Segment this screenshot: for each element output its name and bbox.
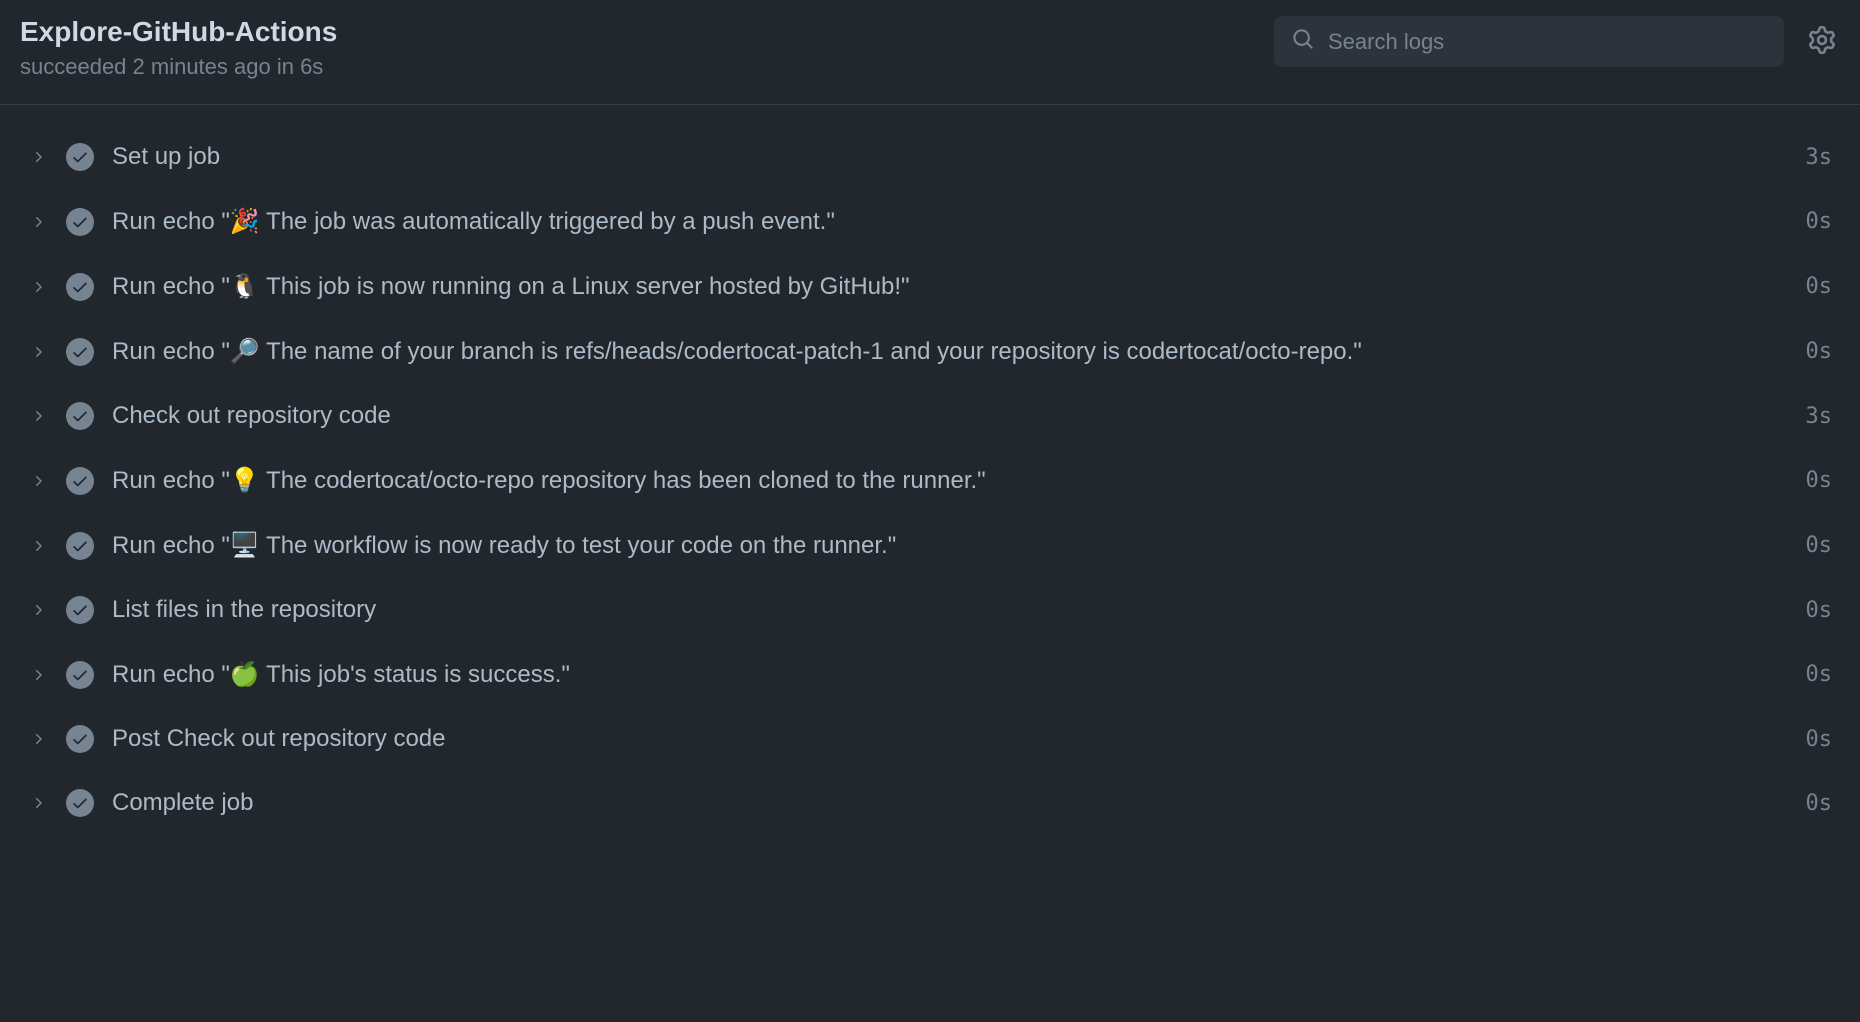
step-label: Run echo "🎉 The job was automatically tr… [112, 207, 1788, 236]
chevron-right-icon [28, 600, 48, 620]
step-duration: 3s [1806, 145, 1833, 170]
check-circle-icon [66, 596, 94, 624]
check-circle-icon [66, 661, 94, 689]
step-duration: 0s [1806, 791, 1833, 816]
step-row[interactable]: Run echo "🔎 The name of your branch is r… [20, 319, 1840, 384]
chevron-right-icon [28, 536, 48, 556]
chevron-right-icon [28, 729, 48, 749]
chevron-right-icon [28, 147, 48, 167]
step-label: Complete job [112, 789, 1788, 817]
step-label: Check out repository code [112, 402, 1788, 430]
step-label: Run echo "💡 The codertocat/octo-repo rep… [112, 466, 1788, 495]
step-row[interactable]: Run echo "🍏 This job's status is success… [20, 642, 1840, 707]
check-circle-icon [66, 402, 94, 430]
check-circle-icon [66, 338, 94, 366]
step-duration: 0s [1806, 598, 1833, 623]
chevron-right-icon [28, 277, 48, 297]
chevron-right-icon [28, 212, 48, 232]
step-row[interactable]: Run echo "🎉 The job was automatically tr… [20, 189, 1840, 254]
chevron-right-icon [28, 793, 48, 813]
header: Explore-GitHub-Actions succeeded 2 minut… [0, 0, 1860, 105]
page-title: Explore-GitHub-Actions [20, 16, 337, 48]
search-icon [1292, 28, 1314, 55]
step-row[interactable]: Check out repository code 3s [20, 384, 1840, 448]
search-input[interactable] [1328, 29, 1766, 55]
step-duration: 3s [1806, 404, 1833, 429]
step-label: Run echo "🔎 The name of your branch is r… [112, 337, 1788, 366]
step-label: Run echo "🍏 This job's status is success… [112, 660, 1788, 689]
step-duration: 0s [1806, 209, 1833, 234]
step-duration: 0s [1806, 274, 1833, 299]
steps-list: Set up job 3s Run echo "🎉 The job was auto… [0, 105, 1860, 855]
chevron-right-icon [28, 406, 48, 426]
step-row[interactable]: Run echo "🖥️ The workflow is now ready t… [20, 513, 1840, 578]
step-row[interactable]: Complete job 0s [20, 771, 1840, 835]
step-label: Set up job [112, 143, 1788, 171]
step-duration: 0s [1806, 533, 1833, 558]
chevron-right-icon [28, 342, 48, 362]
step-label: Post Check out repository code [112, 725, 1788, 753]
step-label: Run echo "🐧 This job is now running on a… [112, 272, 1788, 301]
step-row[interactable]: List files in the repository 0s [20, 578, 1840, 642]
check-circle-icon [66, 467, 94, 495]
step-row[interactable]: Run echo "💡 The codertocat/octo-repo rep… [20, 448, 1840, 513]
step-duration: 0s [1806, 662, 1833, 687]
chevron-right-icon [28, 665, 48, 685]
check-circle-icon [66, 273, 94, 301]
check-circle-icon [66, 725, 94, 753]
step-label: Run echo "🖥️ The workflow is now ready t… [112, 531, 1788, 560]
check-circle-icon [66, 143, 94, 171]
step-duration: 0s [1806, 727, 1833, 752]
page-subtitle: succeeded 2 minutes ago in 6s [20, 54, 337, 80]
step-row[interactable]: Run echo "🐧 This job is now running on a… [20, 254, 1840, 319]
step-duration: 0s [1806, 468, 1833, 493]
settings-button[interactable] [1804, 22, 1840, 61]
gear-icon [1808, 26, 1836, 57]
header-right [1274, 16, 1840, 67]
step-label: List files in the repository [112, 596, 1788, 624]
step-row[interactable]: Post Check out repository code 0s [20, 707, 1840, 771]
search-box[interactable] [1274, 16, 1784, 67]
check-circle-icon [66, 208, 94, 236]
header-left: Explore-GitHub-Actions succeeded 2 minut… [20, 16, 337, 80]
step-duration: 0s [1806, 339, 1833, 364]
check-circle-icon [66, 532, 94, 560]
step-row[interactable]: Set up job 3s [20, 125, 1840, 189]
check-circle-icon [66, 789, 94, 817]
chevron-right-icon [28, 471, 48, 491]
